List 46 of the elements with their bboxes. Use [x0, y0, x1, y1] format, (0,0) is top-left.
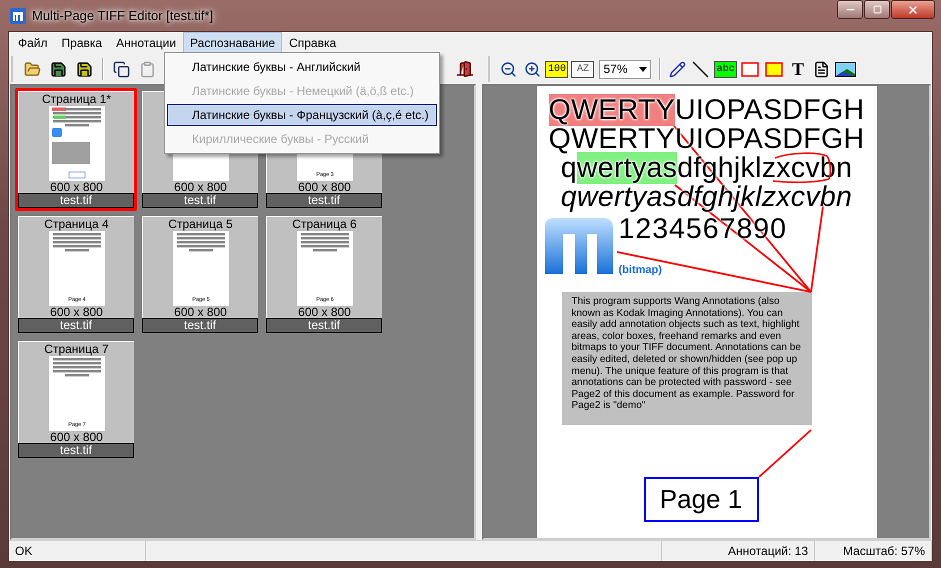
- close-button[interactable]: [891, 0, 935, 19]
- maximize-button[interactable]: [864, 0, 890, 19]
- thumbnail-title: Страница 5: [168, 217, 233, 231]
- thumbnail-filename: test.tif: [18, 318, 134, 333]
- thumbnail-size: 600 x 800: [174, 307, 227, 318]
- annotation-count: Аннотаций: 13: [662, 541, 815, 561]
- page-thumbnail[interactable]: Страница 1* 600 x 800 test.tif: [15, 88, 137, 211]
- menu-item[interactable]: Файл: [11, 32, 55, 54]
- thumbnail-size: 600 x 800: [298, 307, 351, 318]
- bitmap-caption: (bitmap): [618, 264, 662, 276]
- minimize-button[interactable]: [837, 0, 863, 19]
- bitmap-logo: [544, 218, 614, 274]
- thumbnail-title: Страница 7: [44, 342, 109, 356]
- app-icon: [10, 8, 26, 24]
- dropdown-item[interactable]: Латинские буквы - Английский: [167, 56, 437, 78]
- window-title: Multi-Page TIFF Editor [test.tif*]: [32, 8, 214, 23]
- menu-item[interactable]: Справка: [282, 32, 344, 54]
- menu-item[interactable]: Распознавание: [183, 32, 282, 54]
- thumbnail-filename: test.tif: [18, 443, 134, 458]
- thumbnail-size: 600 x 800: [174, 182, 227, 193]
- zoom-combo[interactable]: 57%: [599, 60, 651, 78]
- thumbnail-filename: test.tif: [266, 193, 382, 208]
- menu-item[interactable]: Аннотации: [109, 32, 184, 54]
- dropdown-item[interactable]: Латинские буквы - Французский (à,ç,é etc.): [167, 104, 437, 126]
- text-button[interactable]: T: [788, 58, 808, 80]
- note-annotation: This program supports Wang Annotations (also known as Kodak Imaging Annotations). You can easily add annotation objects such as text, highlight areas, color boxes, freehand remarks and even bitmaps to your TIFF document. Annotations can be easily edited, deleted or shown/hidden (see pop up menu). The unique feature of this program is that annotations can be protected with password - see Page2 of this document as example. Password for Page2 is "demo": [562, 292, 812, 425]
- thumbnail-filename: test.tif: [142, 193, 258, 208]
- thumbnail-size: 600 x 800: [298, 182, 351, 193]
- thumbnail-size: 600 x 800: [50, 182, 103, 193]
- thumbnail-size: 600 x 800: [50, 307, 103, 318]
- thumbnail-title: Страница 1*: [42, 92, 112, 106]
- thumbnail-title: Страница 6: [292, 217, 357, 231]
- thumbnail-title: Страница 4: [44, 217, 109, 231]
- status-message: OK: [9, 541, 146, 561]
- zoom-level: Масштаб: 57%: [815, 541, 932, 561]
- close-icon: [907, 4, 919, 16]
- text-line: QWERTYUIOPASDFGH: [548, 96, 866, 125]
- thumbnail-size: 600 x 800: [50, 432, 103, 443]
- thumbnail-filename: test.tif: [142, 318, 258, 333]
- page-label: Page 1: [644, 477, 758, 522]
- menu-item[interactable]: Правка: [54, 32, 110, 54]
- maximize-icon: [872, 5, 882, 14]
- thumbnail-filename: test.tif: [18, 193, 134, 208]
- caret-icon: [638, 66, 647, 72]
- thumbnail-filename: test.tif: [266, 318, 382, 333]
- leader-line: [758, 429, 812, 478]
